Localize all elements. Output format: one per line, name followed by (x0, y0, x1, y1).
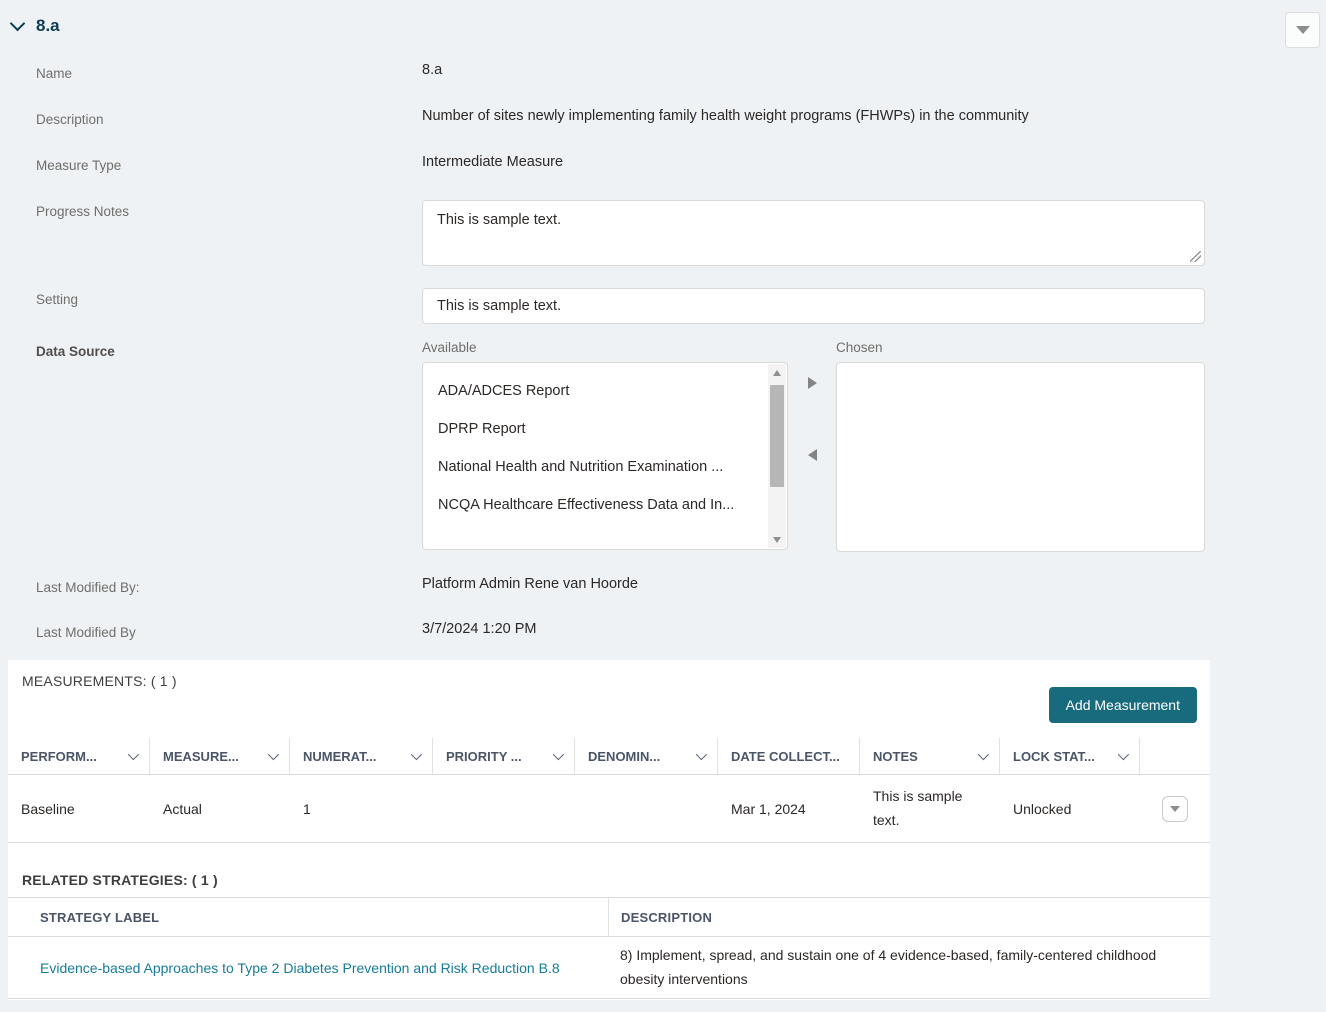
chevron-down-icon[interactable] (552, 748, 565, 761)
measurements-table-header: PERFORM... MEASURE... NUMERAT... PRIORIT… (8, 738, 1210, 775)
triangle-down-icon (1170, 805, 1180, 812)
description-value: Number of sites newly implementing famil… (422, 108, 1029, 124)
measure-type-label: Measure Type (36, 158, 122, 173)
available-option[interactable]: ADA/ADCES Report (423, 372, 787, 410)
chevron-down-icon[interactable] (695, 748, 708, 761)
column-header-lock-status[interactable]: LOCK STAT... (1000, 738, 1140, 774)
related-strategies-header: STRATEGY LABEL DESCRIPTION (8, 897, 1210, 937)
cell-numerator: 1 (303, 800, 311, 817)
measurements-title: MEASUREMENTS: ( 1 ) (22, 673, 177, 689)
triangle-down-icon (773, 536, 781, 543)
strategy-link[interactable]: Evidence-based Approaches to Type 2 Diab… (40, 960, 560, 976)
scrollbar-thumb[interactable] (770, 385, 784, 487)
scroll-up-button[interactable] (768, 364, 786, 381)
last-modified-date-label: Last Modified By (36, 625, 136, 640)
setting-input[interactable] (422, 288, 1205, 324)
section-header: 8.a (9, 15, 60, 36)
row-actions-button[interactable] (1162, 795, 1188, 822)
last-modified-by-label: Last Modified By: (36, 580, 140, 595)
resize-grip-icon[interactable] (1190, 251, 1201, 262)
chevron-down-icon[interactable] (127, 748, 140, 761)
chevron-down-icon[interactable] (410, 748, 423, 761)
column-header-description: DESCRIPTION (608, 898, 1210, 936)
last-modified-date-value: 3/7/2024 1:20 PM (422, 621, 537, 637)
column-header-notes[interactable]: NOTES (860, 738, 1000, 774)
column-header-performance[interactable]: PERFORM... (8, 738, 150, 774)
scroll-down-button[interactable] (768, 531, 786, 548)
measure-detail-form: Name 8.a Description Number of sites new… (36, 52, 1205, 666)
column-header-numerator[interactable]: NUMERAT... (290, 738, 433, 774)
available-option[interactable]: National Health and Nutrition Examinatio… (423, 448, 787, 486)
measurements-panel: MEASUREMENTS: ( 1 ) Add Measurement PERF… (8, 660, 1210, 1000)
chevron-down-icon[interactable] (267, 748, 280, 761)
chevron-down-icon[interactable] (9, 15, 26, 32)
chosen-listbox[interactable] (836, 362, 1205, 552)
related-strategies-title: RELATED STRATEGIES: ( 1 ) (22, 872, 218, 888)
cell-performance: Baseline (21, 800, 75, 817)
scrollbar[interactable] (768, 364, 786, 548)
strategy-description: 8) Implement, spread, and sustain one of… (620, 947, 1157, 987)
add-measurement-button[interactable]: Add Measurement (1048, 687, 1197, 723)
data-source-duallist: Available ADA/ADCES Report DPRP Report N… (422, 340, 1205, 552)
available-listbox[interactable]: ADA/ADCES Report DPRP Report National He… (422, 362, 788, 550)
cell-measure: Actual (163, 800, 202, 817)
progress-notes-text: This is sample text. (437, 212, 562, 228)
triangle-up-icon (773, 369, 781, 376)
related-strategy-row: Evidence-based Approaches to Type 2 Diab… (8, 937, 1210, 999)
column-header-priority[interactable]: PRIORITY ... (433, 738, 575, 774)
chosen-label: Chosen (836, 340, 883, 355)
section-title: 8.a (36, 16, 60, 35)
column-header-date-collected[interactable]: DATE COLLECT... (718, 738, 860, 774)
cell-notes: This is sample text. (873, 788, 963, 828)
move-right-button[interactable] (807, 377, 817, 389)
available-option[interactable]: DPRP Report (423, 410, 787, 448)
move-left-button[interactable] (807, 449, 817, 461)
section-menu-button[interactable] (1285, 12, 1320, 48)
cell-denominator (575, 775, 718, 842)
progress-notes-label: Progress Notes (36, 204, 130, 219)
chevron-down-icon[interactable] (977, 748, 990, 761)
progress-notes-textarea[interactable]: This is sample text. (422, 200, 1205, 266)
measurement-row: Baseline Actual 1 Mar 1, 2024 This is sa… (8, 775, 1210, 843)
cell-date-collected: Mar 1, 2024 (731, 800, 806, 817)
column-header-denominator[interactable]: DENOMIN... (575, 738, 718, 774)
available-option[interactable]: NCQA Healthcare Effectiveness Data and I… (423, 486, 787, 524)
chevron-down-icon[interactable] (1117, 748, 1130, 761)
name-label: Name (36, 66, 73, 81)
description-label: Description (36, 112, 104, 127)
measure-type-value: Intermediate Measure (422, 154, 564, 170)
column-header-strategy-label: STRATEGY LABEL (40, 909, 160, 925)
cell-priority (433, 775, 575, 842)
setting-label: Setting (36, 292, 79, 307)
cell-lock-status: Unlocked (1013, 800, 1072, 817)
name-value: 8.a (422, 62, 443, 78)
available-label: Available (422, 340, 477, 355)
column-header-actions (1140, 738, 1210, 774)
data-source-label: Data Source (36, 344, 115, 359)
triangle-down-icon (1295, 26, 1310, 34)
last-modified-by-value: Platform Admin Rene van Hoorde (422, 576, 638, 592)
column-header-measure[interactable]: MEASURE... (150, 738, 290, 774)
